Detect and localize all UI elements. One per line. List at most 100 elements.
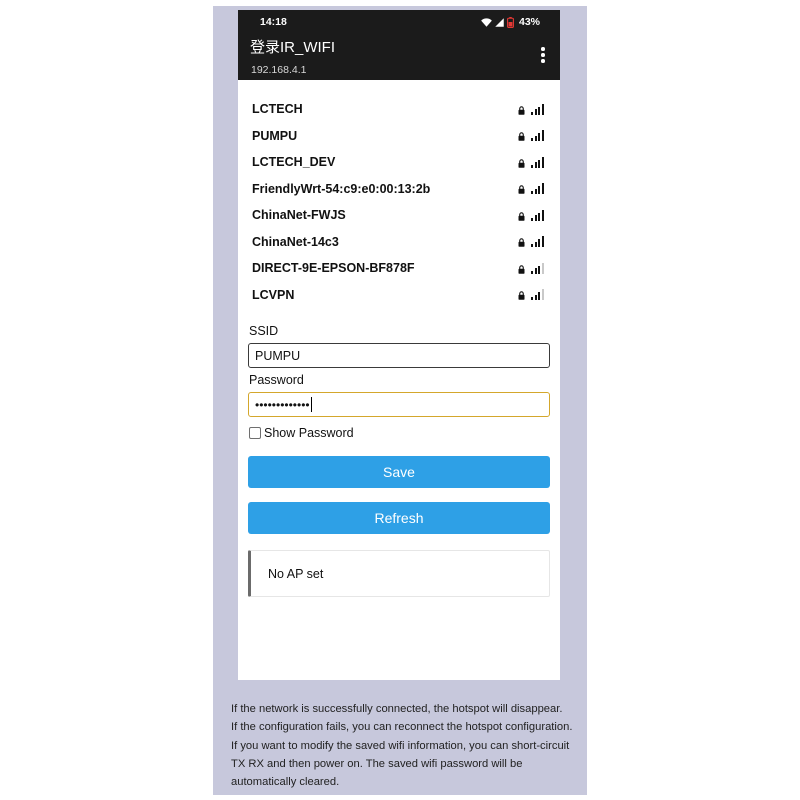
note-line: If you want to modify the saved wifi inf… bbox=[231, 739, 570, 752]
wifi-network-item[interactable]: PUMPU bbox=[252, 123, 544, 150]
network-ssid-link[interactable]: LCTECH_DEV bbox=[252, 155, 335, 169]
signal-bar bbox=[542, 103, 544, 115]
signal-bar bbox=[542, 183, 544, 195]
signal-bar bbox=[534, 215, 537, 221]
ssid-input[interactable] bbox=[248, 343, 550, 368]
network-status-icons bbox=[518, 209, 544, 221]
signal-bar bbox=[538, 212, 541, 221]
signal-bar bbox=[534, 241, 537, 248]
signal-bar bbox=[542, 130, 544, 142]
signal-bar bbox=[531, 270, 534, 274]
signal-bars-icon bbox=[531, 183, 544, 195]
wifi-network-item[interactable]: DIRECT-9E-EPSON-BF878F bbox=[252, 255, 544, 282]
network-status-icons bbox=[518, 289, 544, 301]
show-password-label[interactable]: Show Password bbox=[264, 426, 354, 440]
signal-bars-icon bbox=[531, 156, 544, 168]
signal-bar bbox=[531, 138, 534, 142]
note-line: automatically cleared. bbox=[231, 776, 340, 789]
signal-bar bbox=[538, 133, 541, 142]
signal-bar bbox=[534, 162, 537, 168]
signal-bars-icon bbox=[531, 209, 544, 221]
network-status-icons bbox=[518, 130, 544, 142]
overflow-menu-button[interactable] bbox=[537, 45, 549, 65]
wifi-icon bbox=[481, 17, 492, 27]
show-password-row: Show Password bbox=[249, 426, 354, 440]
save-button[interactable]: Save bbox=[248, 456, 550, 488]
password-masked-value: ••••••••••••• bbox=[255, 397, 310, 412]
signal-bar bbox=[534, 135, 537, 142]
lock-icon bbox=[518, 238, 525, 247]
signal-bar bbox=[538, 186, 541, 195]
lock-icon bbox=[518, 185, 525, 194]
more-vertical-icon bbox=[541, 53, 545, 57]
text-cursor bbox=[310, 397, 312, 412]
status-time: 14:18 bbox=[260, 16, 287, 28]
status-message-text: No AP set bbox=[268, 566, 324, 581]
network-ssid-link[interactable]: ChinaNet-FWJS bbox=[252, 208, 346, 222]
network-ssid-link[interactable]: LCVPN bbox=[252, 288, 294, 302]
lock-icon bbox=[518, 265, 525, 274]
note-line: If the network is successfully connected… bbox=[231, 703, 563, 715]
signal-bar bbox=[531, 244, 534, 248]
ssid-label: SSID bbox=[249, 324, 279, 338]
note-line: TX RX and then power on. The saved wifi … bbox=[231, 757, 523, 770]
wifi-network-item[interactable]: ChinaNet-FWJS bbox=[252, 202, 544, 229]
signal-bar bbox=[531, 217, 534, 221]
instruction-notes: If the network is successfully connected… bbox=[231, 700, 572, 791]
signal-bar bbox=[531, 191, 534, 195]
network-ssid-link[interactable]: FriendlyWrt-54:c9:e0:00:13:2b bbox=[252, 182, 430, 196]
lock-icon bbox=[518, 212, 525, 221]
battery-icon bbox=[507, 16, 514, 28]
more-vertical-icon bbox=[541, 59, 545, 63]
status-icons: 43% bbox=[481, 15, 540, 29]
signal-bar bbox=[542, 289, 544, 301]
cell-signal-icon bbox=[495, 17, 504, 27]
password-label: Password bbox=[249, 373, 304, 387]
network-ssid-link[interactable]: DIRECT-9E-EPSON-BF878F bbox=[252, 261, 415, 275]
more-vertical-icon bbox=[541, 47, 545, 51]
signal-bar bbox=[538, 265, 541, 274]
signal-bars-icon bbox=[531, 103, 544, 115]
network-ssid-link[interactable]: LCTECH bbox=[252, 102, 303, 116]
network-status-icons bbox=[518, 262, 544, 274]
phone-screen: 14:18 43% 登录IR_WIFI 192.168.4.1 LCTECH P… bbox=[238, 10, 560, 680]
signal-bars-icon bbox=[531, 262, 544, 274]
network-ssid-link[interactable]: ChinaNet-14c3 bbox=[252, 235, 339, 249]
signal-bar bbox=[542, 236, 544, 248]
app-bar: 14:18 43% 登录IR_WIFI 192.168.4.1 bbox=[238, 10, 560, 80]
wifi-network-list: LCTECH PUMPU LCTECH_DEV FriendlyWrt-54:c… bbox=[252, 96, 544, 308]
signal-bar bbox=[538, 159, 541, 168]
signal-bars-icon bbox=[531, 289, 544, 301]
signal-bar bbox=[538, 239, 541, 248]
signal-bars-icon bbox=[531, 236, 544, 248]
signal-bar bbox=[542, 156, 544, 168]
signal-bar bbox=[534, 188, 537, 195]
network-status-icons bbox=[518, 103, 544, 115]
show-password-checkbox[interactable] bbox=[249, 427, 261, 439]
signal-bar bbox=[542, 209, 544, 221]
refresh-button[interactable]: Refresh bbox=[248, 502, 550, 534]
wifi-network-item[interactable]: LCTECH_DEV bbox=[252, 149, 544, 176]
note-line: If the configuration fails, you can reco… bbox=[231, 721, 573, 734]
lock-icon bbox=[518, 291, 525, 300]
password-field[interactable]: ••••••••••••• bbox=[248, 392, 550, 417]
signal-bars-icon bbox=[531, 130, 544, 142]
signal-bar bbox=[531, 297, 534, 301]
wifi-network-item[interactable]: LCVPN bbox=[252, 282, 544, 309]
signal-bar bbox=[534, 109, 537, 115]
signal-bar bbox=[531, 111, 534, 115]
signal-bar bbox=[542, 262, 544, 274]
wifi-network-item[interactable]: FriendlyWrt-54:c9:e0:00:13:2b bbox=[252, 176, 544, 203]
page-address: 192.168.4.1 bbox=[251, 64, 307, 76]
network-status-icons bbox=[518, 236, 544, 248]
network-ssid-link[interactable]: PUMPU bbox=[252, 129, 297, 143]
wifi-network-item[interactable]: ChinaNet-14c3 bbox=[252, 229, 544, 256]
wifi-network-item[interactable]: LCTECH bbox=[252, 96, 544, 123]
status-message-box: No AP set bbox=[248, 550, 550, 597]
battery-percentage: 43% bbox=[518, 15, 540, 28]
network-status-icons bbox=[518, 183, 544, 195]
signal-bar bbox=[534, 268, 537, 274]
signal-bar bbox=[538, 292, 541, 301]
signal-bar bbox=[531, 164, 534, 168]
signal-bar bbox=[534, 294, 537, 301]
